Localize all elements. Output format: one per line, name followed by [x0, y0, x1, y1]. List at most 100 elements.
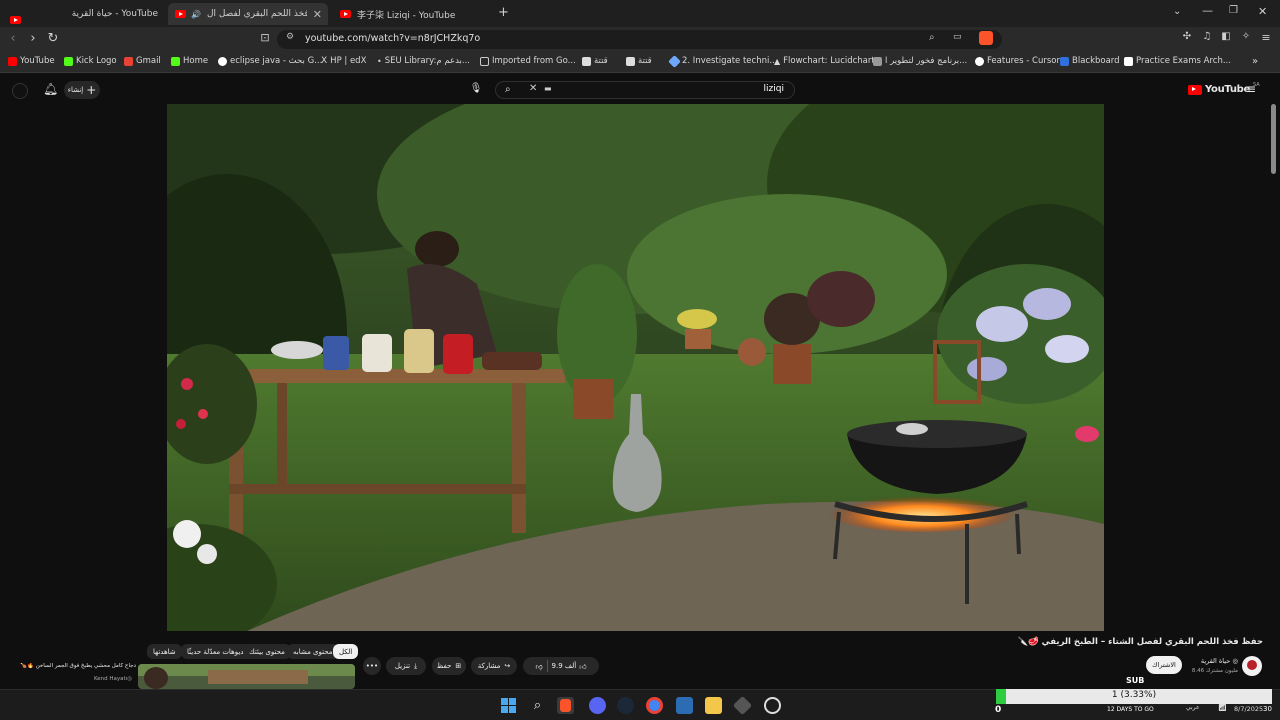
media-icon[interactable]: ♫ — [1198, 31, 1216, 42]
speaker-icon[interactable]: 🔊 — [191, 10, 201, 19]
channel-avatar[interactable] — [1242, 656, 1262, 676]
brave-browser-icon[interactable] — [557, 697, 574, 714]
page-scrollbar[interactable] — [1271, 104, 1276, 174]
tray-icons[interactable]: 📶︎ — [1218, 704, 1227, 712]
minimize-icon[interactable]: — — [1202, 4, 1213, 17]
discord-icon[interactable] — [589, 697, 606, 714]
page-icon — [626, 56, 635, 66]
chip-watched[interactable]: شاهدتها — [147, 644, 182, 659]
restore-icon[interactable]: ❐ — [1229, 5, 1238, 16]
bookmark-lucidchart[interactable]: ▲ Flowchart: Lucidchart — [774, 56, 875, 66]
sidebar-icon[interactable]: ◧ — [1217, 31, 1235, 42]
hamburger-menu-icon[interactable]: ≡ — [1246, 82, 1256, 96]
youtube-header: 🔔︎ إنشاء + 🎙︎ ⌕ ✕ ▬ liziqi YouTube SA ≡ — [0, 73, 1280, 105]
like-count: 9.9 ألف — [551, 662, 577, 670]
channel-name[interactable]: حياة القرية ◎ — [1180, 657, 1238, 665]
more-bookmarks-icon[interactable]: » — [1252, 56, 1258, 67]
video-player[interactable] — [167, 104, 1104, 631]
start-tile — [501, 698, 508, 705]
create-button[interactable]: إنشاء + — [64, 81, 100, 99]
chrome-icon[interactable] — [646, 697, 663, 714]
search-icon[interactable]: ⌕ — [505, 84, 511, 95]
divider — [546, 660, 548, 672]
tab-village-life[interactable]: حياة القرية - YouTube — [28, 3, 168, 25]
voice-search-icon[interactable]: 🎙︎ — [469, 83, 483, 97]
bookmark-investigate[interactable]: 2. Investigate techni... — [668, 54, 777, 68]
save-button[interactable]: حفظ ⊞ — [432, 657, 466, 675]
language-indicator[interactable]: عربي — [1186, 704, 1200, 711]
close-tab-icon[interactable]: ✕ — [313, 8, 322, 21]
bookmark-label: برنامج فخور لتطوير ا... — [885, 56, 968, 66]
cast-icon[interactable]: ▭ — [953, 32, 962, 42]
zoom-icon[interactable]: ⌕ — [929, 32, 935, 43]
bookmark-edx[interactable]: X HP | edX — [321, 56, 366, 66]
bookmark-practice-exams[interactable]: Practice Exams Arch... — [1124, 56, 1231, 66]
bookmark-arabic-1[interactable]: قتتة — [582, 56, 608, 66]
bookmark-label: Gmail — [136, 56, 161, 66]
chip-for-you[interactable]: محتوى بيئتك — [243, 644, 291, 659]
steam-icon[interactable] — [617, 697, 634, 714]
plus-icon: + — [86, 83, 97, 97]
like-button[interactable]: 9.9 ألف 👍︎ — [552, 662, 587, 671]
app-cube-icon[interactable] — [732, 695, 753, 716]
avatar[interactable] — [12, 83, 28, 99]
keyboard-icon[interactable]: ▬ — [544, 84, 552, 93]
site-icon — [873, 56, 882, 66]
channel-avatar-image — [1247, 660, 1257, 670]
menu-icon[interactable]: ≡ — [1257, 31, 1275, 44]
dislike-button[interactable]: 👎︎ — [535, 662, 542, 671]
share-label: مشاركة — [477, 662, 501, 670]
back-icon[interactable]: ‹ — [4, 31, 22, 46]
site-info-icon[interactable]: ⚙ — [286, 32, 294, 42]
bookmark-blackboard[interactable]: Blackboard — [1060, 56, 1120, 66]
recommended-title[interactable]: دجاج كامل محشي يطبخ فوق الجمر الساخن 🔥🍗 — [12, 663, 136, 669]
reload-icon[interactable]: ↻ — [44, 31, 62, 46]
chip-all[interactable]: الكل — [333, 644, 359, 659]
chip-related[interactable]: محتوى مشابه — [287, 644, 339, 659]
subscribe-button[interactable]: الاشتراك — [1146, 656, 1182, 674]
kick-icon — [64, 56, 73, 66]
recommended-channel[interactable]: Kend Hayatı◎ — [12, 676, 132, 682]
bookmark-icon[interactable]: ⊡ — [256, 31, 274, 44]
github-desktop-icon[interactable] — [764, 697, 781, 714]
extensions-icon[interactable]: ✣ — [1178, 31, 1196, 42]
bookmark-arabic-2[interactable]: قتتة — [626, 56, 652, 66]
sub-goal-count: 1 (3.33%) — [1111, 690, 1157, 700]
bookmark-imported[interactable]: Imported from Go... — [480, 56, 576, 66]
clear-search-icon[interactable]: ✕ — [529, 83, 537, 94]
browser-toolbar: ‹ › ↻ ⊡ ⚙ youtube.com/watch?v=n8rJCHZkq7… — [0, 27, 1280, 52]
bookmark-eclipse[interactable]: eclipse java - بحث G... — [218, 56, 322, 66]
thumbnail-figure — [144, 667, 168, 689]
bookmark-kick-logo[interactable]: Kick Logo — [64, 56, 117, 66]
bookmark-seu-library[interactable]: • SEU Library:بدعم م... — [377, 56, 470, 66]
bookmark-arabic-program[interactable]: برنامج فخور لتطوير ا... — [873, 56, 967, 66]
notifications-bell-icon[interactable]: 🔔︎ — [43, 82, 58, 96]
bookmark-youtube[interactable]: YouTube — [8, 56, 55, 66]
folder-icon — [480, 56, 489, 66]
bookmark-label: Home — [183, 56, 209, 66]
file-explorer-icon[interactable] — [705, 697, 722, 714]
photos-icon[interactable] — [676, 697, 693, 714]
brave-shields-icon[interactable] — [979, 31, 993, 45]
search-input[interactable]: ⌕ ✕ ▬ liziqi — [495, 81, 795, 99]
bookmark-home[interactable]: Home — [171, 56, 208, 66]
leo-ai-icon[interactable]: ✧ — [1237, 31, 1255, 42]
bookmark-label: HP | edX — [330, 56, 367, 66]
windows-start-icon[interactable] — [500, 697, 517, 714]
share-button[interactable]: مشاركة ↪ — [471, 657, 517, 675]
tab-liziqi[interactable]: 李子柒 Liziqi - YouTube — [334, 3, 494, 25]
tab-search-chevron-icon[interactable]: ⌄ — [1173, 6, 1181, 17]
address-bar[interactable]: ⚙ youtube.com/watch?v=n8rJCHZkq7o ⌕ ▭ — [277, 30, 1002, 49]
forward-icon[interactable]: › — [24, 31, 42, 46]
search-icon[interactable]: ⌕ — [529, 697, 546, 714]
bookmark-gmail[interactable]: Gmail — [124, 56, 161, 66]
download-button[interactable]: تنزيل ⤓ — [386, 657, 426, 675]
tab-active-video[interactable]: 🔊 حفظ فخذ اللحم البقري لفصل ال... ✕ — [168, 3, 328, 25]
recommended-thumbnail[interactable] — [138, 664, 355, 689]
close-window-icon[interactable]: ✕ — [1258, 5, 1267, 18]
youtube-logo-text: YouTube — [1205, 84, 1250, 95]
bookmark-cursor[interactable]: Features - Cursor — [975, 56, 1060, 66]
new-tab-button[interactable]: + — [498, 5, 509, 20]
tab-title: حفظ فخذ اللحم البقري لفصل ال... — [206, 9, 307, 19]
more-actions-button[interactable]: ••• — [363, 657, 381, 675]
